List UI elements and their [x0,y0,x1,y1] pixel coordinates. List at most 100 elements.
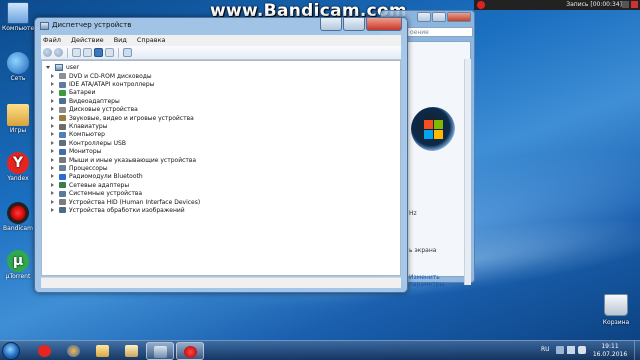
device-category[interactable]: Мониторы [50,148,200,156]
menu-help[interactable]: Справка [137,35,166,46]
device-category-label: Радиомодули Bluetooth [69,173,143,181]
device-category[interactable]: DVD и CD-ROM дисководы [50,72,200,80]
desktop-icon-label: Bandicam [3,225,33,232]
device-category-icon [59,182,66,189]
tree-root[interactable]: user [46,63,79,71]
scan-hardware-icon[interactable] [123,48,132,57]
search-input[interactable]: оение [405,27,473,37]
network-tray-icon[interactable] [567,346,575,354]
status-bar [41,277,401,288]
start-button[interactable] [2,342,20,360]
expand-icon[interactable] [50,149,55,154]
device-category[interactable]: Сетевые адаптеры [50,181,200,189]
recycle-bin-icon[interactable] [604,294,628,316]
device-category[interactable]: Контроллеры USB [50,139,200,147]
device-category-label: Устройства HID (Human Interface Devices) [69,198,201,206]
minimize-button[interactable] [417,12,431,22]
expand-icon[interactable] [50,98,55,104]
view-icon[interactable] [105,48,114,57]
expand-icon[interactable] [50,140,55,146]
menu-bar: Файл Действие Вид Справка [41,35,401,46]
show-hide-tree-icon[interactable] [72,48,81,57]
desktop-icon-bandicam[interactable]: Bandicam [2,202,34,232]
device-category[interactable]: Радиомодули Bluetooth [50,173,200,181]
device-category[interactable]: Видеоадаптеры [50,97,200,105]
device-manager-window[interactable]: Диспетчер устройств Файл Действие Вид Сп… [34,17,408,293]
collapse-icon[interactable] [46,65,51,70]
device-category-icon [59,131,66,138]
expand-icon[interactable] [50,165,55,171]
close-button[interactable] [366,18,402,31]
minimize-button[interactable] [320,18,342,31]
device-category[interactable]: Клавиатуры [50,122,200,130]
device-category-label: Системные устройства [69,190,143,198]
close-button[interactable] [631,1,638,8]
taskbar-yandex-browser[interactable] [31,342,59,360]
device-category[interactable]: Дисковые устройства [50,106,200,114]
device-category[interactable]: Компьютер [50,131,200,139]
device-category[interactable]: Устройства HID (Human Interface Devices) [50,198,200,206]
properties-icon[interactable] [83,48,92,57]
taskbar-media-player[interactable] [60,342,88,360]
expand-icon[interactable] [50,107,55,112]
desktop-icon-utorrent[interactable]: µ µTorrent [2,250,34,280]
device-category[interactable]: Батареи [50,89,200,97]
system-panel [405,41,471,277]
taskbar-explorer[interactable] [89,342,117,360]
expand-icon[interactable] [50,191,55,196]
device-category-icon [59,106,66,113]
minimize-button[interactable] [622,1,629,8]
device-category[interactable]: Системные устройства [50,189,200,197]
expand-icon[interactable] [50,73,55,79]
expand-icon[interactable] [50,199,55,205]
help-icon[interactable] [94,48,103,57]
device-category-icon [59,165,66,172]
scrollbar[interactable] [464,59,471,285]
expand-icon[interactable] [50,157,55,163]
device-category[interactable]: Мыши и иные указывающие устройства [50,156,200,164]
device-category[interactable]: IDE ATA/ATAPI контроллеры [50,80,200,88]
title-bar[interactable]: Диспетчер устройств [35,18,407,35]
expand-icon[interactable] [50,115,55,121]
cpu-frequency-text: Hz [409,210,417,217]
desktop-icon-computer[interactable]: Компьютер [2,2,38,32]
forward-icon[interactable] [54,48,63,57]
taskbar-bandicam[interactable] [176,342,204,360]
expand-icon[interactable] [50,90,55,95]
tray-arrow-icon[interactable] [556,346,564,354]
clock[interactable]: 19:11 16.07.2016 [592,343,628,359]
device-category[interactable]: Процессоры [50,164,200,172]
device-category[interactable]: Звуковые, видео и игровые устройства [50,114,200,122]
show-desktop-button[interactable] [634,341,640,360]
desktop-icon-label: Сеть [10,75,26,82]
desktop-icon-yandex[interactable]: Y Yandex [2,152,34,182]
volume-icon[interactable] [578,346,586,354]
menu-action[interactable]: Действие [71,35,104,46]
windows-logo-icon [411,107,455,151]
expand-icon[interactable] [50,82,55,87]
expand-icon[interactable] [50,132,55,137]
taskbar-device-manager[interactable] [146,342,174,360]
maximize-button[interactable] [432,12,446,22]
desktop-icon-games[interactable]: Игры [2,104,34,134]
back-icon[interactable] [43,48,52,57]
toolbar-separator [67,47,68,58]
device-category-label: Устройства обработки изображений [69,206,185,214]
toolbar-separator [118,47,119,58]
record-icon [477,1,485,9]
close-button[interactable] [447,12,471,22]
device-category[interactable]: Устройства обработки изображений [50,206,200,214]
desktop-icon-network[interactable]: Сеть [2,52,34,82]
expand-icon[interactable] [50,174,55,179]
bandicam-icon [7,202,29,224]
taskbar-explorer-2[interactable] [118,342,146,360]
expand-icon[interactable] [50,124,55,129]
language-indicator[interactable]: RU [541,346,550,353]
expand-icon[interactable] [50,207,55,213]
menu-view[interactable]: Вид [114,35,127,46]
device-tree[interactable]: user DVD и CD-ROM дисководы IDE ATA/ATAPI… [41,60,401,276]
device-category-icon [59,81,66,88]
menu-file[interactable]: Файл [43,35,61,46]
maximize-button[interactable] [343,18,365,31]
expand-icon[interactable] [50,182,55,188]
